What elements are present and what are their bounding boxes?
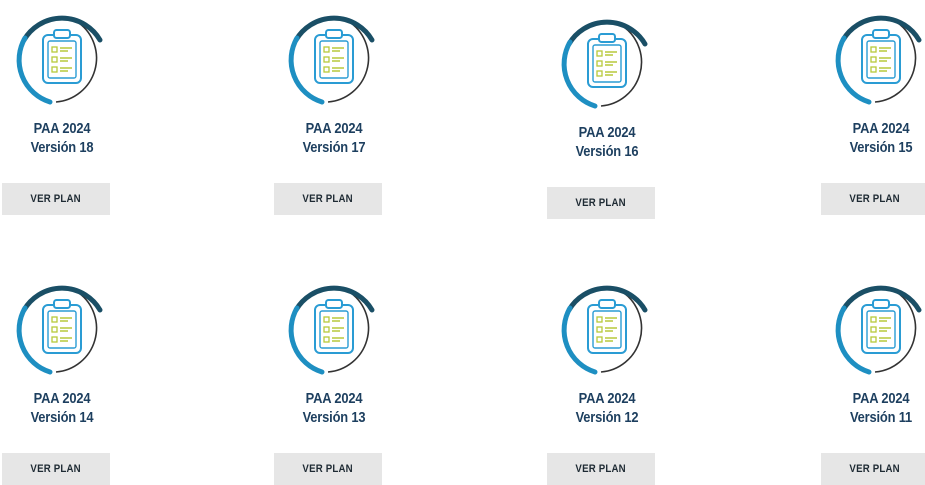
ver-plan-button[interactable]: VER PLAN (547, 453, 655, 485)
plan-version: Versión 14 (30, 409, 94, 426)
plan-card: PAA 2024 Versión 15 VER PLAN (821, 10, 925, 215)
plan-year: PAA 2024 (852, 120, 910, 137)
plan-year: PAA 2024 (578, 124, 636, 141)
plan-version: Versión 17 (302, 139, 366, 156)
plan-version: Versión 16 (575, 143, 639, 160)
plan-year: PAA 2024 (578, 390, 636, 407)
plan-year: PAA 2024 (305, 120, 363, 137)
ver-plan-button[interactable]: VER PLAN (274, 183, 382, 215)
clipboard-checklist-icon (557, 14, 657, 114)
clipboard-checklist-icon (557, 280, 657, 380)
clipboard-checklist-icon (831, 280, 925, 380)
plan-card: PAA 2024 Versión 14 VER PLAN (2, 280, 112, 485)
clipboard-checklist-icon (12, 280, 112, 380)
plan-version: Versión 18 (30, 139, 94, 156)
plan-version: Versión 13 (302, 409, 366, 426)
plan-card: PAA 2024 Versión 16 VER PLAN (547, 14, 657, 219)
clipboard-checklist-icon (12, 10, 112, 110)
plan-card: PAA 2024 Versión 13 VER PLAN (274, 280, 384, 485)
ver-plan-button[interactable]: VER PLAN (274, 453, 382, 485)
ver-plan-button[interactable]: VER PLAN (821, 453, 925, 485)
plan-year: PAA 2024 (33, 390, 91, 407)
plan-year: PAA 2024 (33, 120, 91, 137)
ver-plan-button[interactable]: VER PLAN (547, 187, 655, 219)
clipboard-checklist-icon (284, 10, 384, 110)
plan-version: Versión 11 (849, 409, 913, 426)
plan-version: Versión 15 (849, 139, 913, 156)
clipboard-checklist-icon (831, 10, 925, 110)
clipboard-checklist-icon (284, 280, 384, 380)
plan-card: PAA 2024 Versión 17 VER PLAN (274, 10, 384, 215)
ver-plan-button[interactable]: VER PLAN (2, 183, 110, 215)
ver-plan-button[interactable]: VER PLAN (2, 453, 110, 485)
plan-year: PAA 2024 (305, 390, 363, 407)
plan-version: Versión 12 (575, 409, 639, 426)
plan-year: PAA 2024 (852, 390, 910, 407)
ver-plan-button[interactable]: VER PLAN (821, 183, 925, 215)
plan-card: PAA 2024 Versión 12 VER PLAN (547, 280, 657, 485)
plan-card: PAA 2024 Versión 11 VER PLAN (821, 280, 925, 485)
plan-card: PAA 2024 Versión 18 VER PLAN (2, 10, 112, 215)
